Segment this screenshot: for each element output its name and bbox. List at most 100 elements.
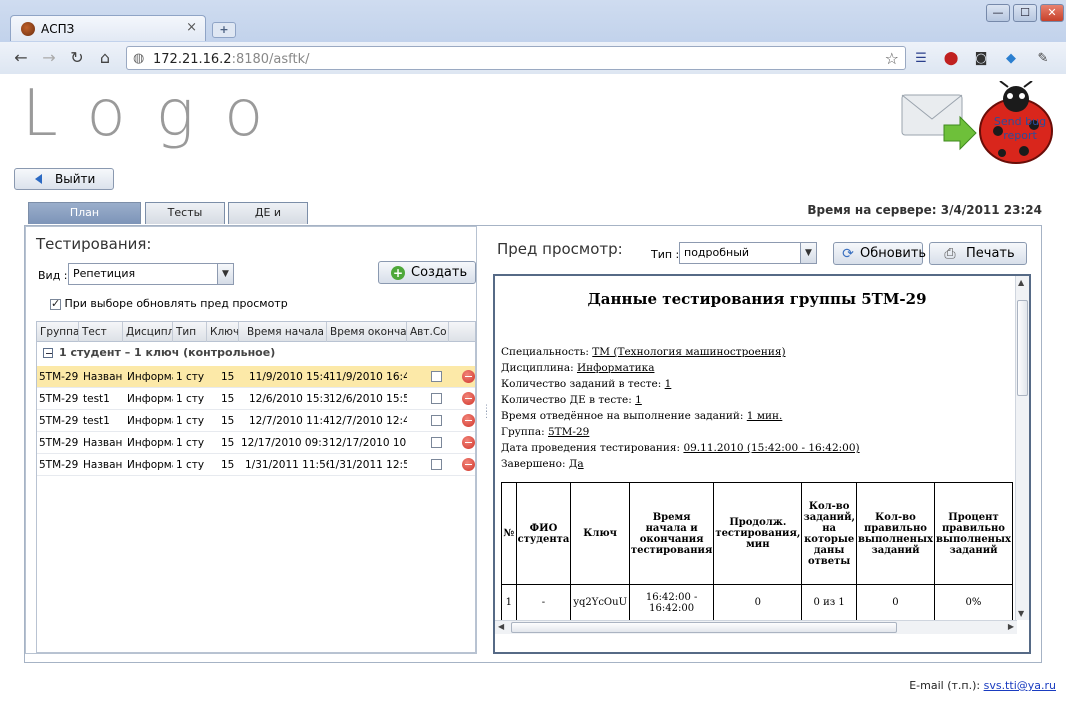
results-table: № ФИО студента Ключ Время начала и оконч… [501, 482, 1014, 621]
extension-menu-icon[interactable]: ☰ [912, 51, 930, 67]
printer-icon: ⎙ [944, 246, 956, 262]
cell-end: 1/31/2011 12:56 [329, 459, 407, 471]
delete-icon[interactable] [462, 436, 475, 449]
date-value[interactable]: 09.11.2010 (15:42:00 - 16:42:00) [683, 442, 859, 454]
de-line: Количество ДЕ в тесте: 1 [501, 392, 1013, 408]
print-button[interactable]: ⎙ Печать [929, 242, 1027, 265]
delete-icon[interactable] [462, 370, 475, 383]
discipline-value[interactable]: Информатика [577, 362, 654, 374]
time-label: Время отведённое на выполнение заданий: [501, 410, 744, 422]
create-button[interactable]: + Создать [378, 261, 476, 284]
panel-splitter[interactable]: ⋮ ⋮ [482, 405, 491, 436]
extension-dropbox-icon[interactable]: ◆ [1002, 51, 1020, 67]
auto-checkbox[interactable] [431, 459, 442, 470]
bug-report-label[interactable]: Send bug report [990, 115, 1050, 143]
bookmark-star-icon[interactable]: ☆ [885, 49, 899, 68]
auto-refresh-checkbox[interactable] [50, 297, 61, 310]
server-time: Время на сервере: 3/4/2011 23:24 [807, 203, 1042, 217]
maximize-button[interactable]: ☐ [1013, 4, 1037, 22]
column-header-discipline[interactable]: Дисципли [123, 322, 173, 342]
refresh-icon: ⟳ [842, 246, 854, 262]
chevron-down-icon[interactable]: ▼ [217, 264, 233, 284]
scroll-left-icon[interactable]: ◀ [498, 622, 504, 631]
delete-icon[interactable] [462, 392, 475, 405]
cell-end: 12/17/2010 10:3 [329, 437, 407, 449]
auto-checkbox[interactable] [431, 393, 442, 404]
kind-select[interactable]: Репетиция ▼ [68, 263, 234, 285]
column-header-start[interactable]: Время начала [239, 322, 327, 342]
horizontal-scroll-thumb[interactable] [511, 622, 897, 633]
vertical-scrollbar[interactable]: ▲ ▼ [1015, 276, 1029, 620]
back-arrow-icon[interactable]: ← [10, 47, 32, 69]
delete-icon[interactable] [462, 458, 475, 471]
specialty-label: Специальность: [501, 346, 589, 358]
table-row[interactable]: 5ТМ-29 test1 Информа 1 сту 15 12/7/2010 … [37, 410, 475, 432]
tab-de-tasks[interactable]: ДЕ и Задания [228, 202, 308, 239]
column-header-key[interactable]: Ключ [207, 322, 239, 342]
results-cell-no: 1 [501, 584, 517, 621]
done-value[interactable]: Да [569, 458, 584, 470]
refresh-button[interactable]: ⟳ Обновить [833, 242, 926, 265]
cell-group: 5ТМ-29 [39, 437, 79, 449]
collapse-icon[interactable] [43, 348, 53, 358]
scroll-up-icon[interactable]: ▲ [1018, 278, 1024, 287]
window-close-button[interactable]: ✕ [1040, 4, 1064, 22]
extension-adblock-icon[interactable]: ⬤ [942, 51, 960, 67]
logout-button[interactable]: Выйти [14, 168, 114, 190]
doc-group-value[interactable]: 5ТМ-29 [548, 426, 589, 438]
results-cell-answered: 0 из 1 [801, 584, 857, 621]
column-header-type[interactable]: Тип [173, 322, 207, 342]
vertical-scroll-thumb[interactable] [1017, 300, 1028, 396]
plus-icon: + [391, 266, 405, 280]
auto-checkbox[interactable] [431, 437, 442, 448]
group-row[interactable]: 1 студент – 1 ключ (контрольное) [37, 342, 475, 364]
table-row[interactable]: 5ТМ-29 Названи Информа 1 сту 15 1/31/201… [37, 454, 475, 476]
results-cell-key: yq2YcOuU [570, 584, 630, 621]
testing-list-title: Тестирования: [36, 235, 152, 253]
discipline-line: Дисциплина: Информатика [501, 360, 1013, 376]
cell-group: 5ТМ-29 [39, 415, 79, 427]
results-header-correct: Кол-во правильно выполненых заданий [855, 482, 935, 585]
tab-test-plan[interactable]: План тестирования [28, 202, 141, 239]
extension-camera-icon[interactable]: ◙ [972, 51, 990, 67]
chevron-down-icon[interactable]: ▼ [800, 243, 816, 263]
scroll-down-icon[interactable]: ▼ [1018, 609, 1024, 618]
specialty-value[interactable]: ТМ (Технология машиностроения) [592, 346, 785, 358]
reload-icon[interactable]: ↻ [66, 47, 88, 69]
de-value[interactable]: 1 [635, 394, 642, 406]
auto-checkbox[interactable] [431, 415, 442, 426]
column-header-auto[interactable]: Авт.Со [407, 322, 449, 342]
horizontal-scrollbar[interactable]: ◀ ▶ [495, 620, 1017, 634]
table-row[interactable]: 5ТМ-29 Названи Информа 1 сту 15 12/17/20… [37, 432, 475, 454]
grid-header: Группа Тест Дисципли Тип Ключ Время нача… [37, 322, 475, 342]
delete-icon[interactable] [462, 414, 475, 427]
column-header-test[interactable]: Тест [79, 322, 123, 342]
minimize-button[interactable]: — [986, 4, 1010, 22]
home-icon[interactable]: ⌂ [94, 47, 116, 69]
new-tab-button[interactable]: + [212, 22, 236, 38]
cell-test: test1 [83, 415, 110, 427]
results-header-time: Время начала и окончания тестирования [628, 482, 715, 585]
date-label: Дата проведения тестирования: [501, 442, 681, 454]
tasks-value[interactable]: 1 [665, 378, 672, 390]
tab-tests[interactable]: Тесты [145, 202, 225, 224]
browser-tab[interactable]: АСПЗ × [10, 15, 206, 41]
support-email-link[interactable]: svs.tti@ya.ru [984, 679, 1056, 692]
type-select[interactable]: подробный ▼ [679, 242, 817, 264]
table-row[interactable]: 5ТМ-29 test1 Информа 1 сту 15 12/6/2010 … [37, 388, 475, 410]
url-path: :8180/asftk/ [231, 52, 310, 67]
tab-close-icon[interactable]: × [186, 20, 197, 35]
specialty-line: Специальность: ТМ (Технология машиностро… [501, 344, 1013, 360]
group-line: Группа: 5ТМ-29 [501, 424, 1013, 440]
scroll-right-icon[interactable]: ▶ [1008, 622, 1014, 631]
wrench-icon[interactable]: ✎ [1034, 51, 1052, 67]
de-label: Количество ДЕ в тесте: [501, 394, 632, 406]
forward-arrow-icon[interactable]: → [38, 47, 60, 69]
auto-checkbox[interactable] [431, 371, 442, 382]
column-header-group[interactable]: Группа [37, 322, 79, 342]
address-bar[interactable]: ◍ 172.21.16.2:8180/asftk/ ☆ [126, 46, 906, 70]
table-row[interactable]: 5ТМ-29 Названи Информа 1 сту 15 11/9/201… [37, 366, 475, 388]
cell-group: 5ТМ-29 [39, 393, 79, 405]
column-header-end[interactable]: Время окончан [327, 322, 407, 342]
time-value[interactable]: 1 мин. [747, 410, 783, 422]
